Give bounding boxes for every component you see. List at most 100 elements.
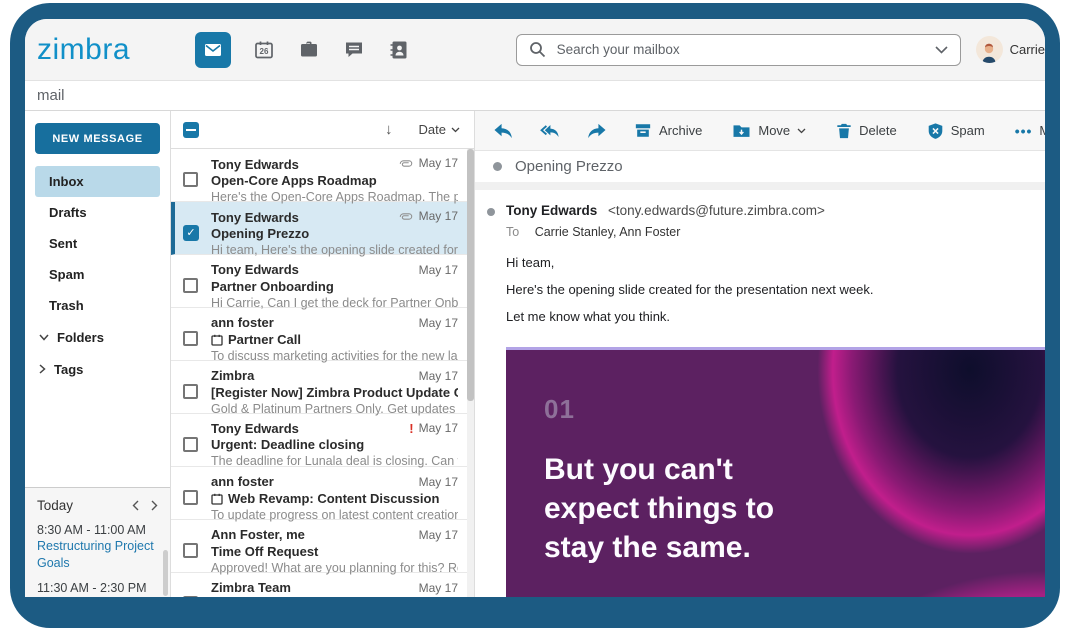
divider-strip	[475, 182, 1045, 190]
delete-button[interactable]: Delete	[836, 122, 897, 140]
row-checkbox[interactable]	[183, 596, 198, 597]
calendar-icon: 26	[253, 39, 275, 61]
contacts-app-button[interactable]	[387, 38, 411, 62]
forward-button[interactable]	[587, 121, 607, 141]
message-snippet: Hi Carrie, Can I get the deck for Partne…	[211, 295, 458, 312]
row-checkbox[interactable]	[183, 172, 198, 187]
reply-all-button[interactable]	[540, 121, 560, 141]
calendar-app-button[interactable]: 26	[252, 38, 276, 62]
more-button[interactable]: ••• More	[1015, 123, 1045, 139]
move-button[interactable]: Move	[732, 123, 806, 139]
message-row[interactable]: ann foster May 17 Web Revamp: Content Di…	[171, 467, 474, 520]
recipients: Carrie Stanley, Ann Foster	[535, 225, 681, 239]
sidebar-group-label: Tags	[54, 362, 83, 377]
message-sender: Tony Edwards	[211, 210, 299, 225]
search-icon	[529, 41, 546, 58]
search-box[interactable]	[516, 34, 961, 66]
sort-by-dropdown[interactable]: Date	[419, 122, 460, 137]
top-bar: zimbra 26	[25, 19, 1045, 81]
message-row[interactable]: Tony Edwards ! May 17 Urgent: Deadline c…	[171, 414, 474, 467]
reply-icon	[493, 122, 513, 140]
row-checkbox[interactable]	[183, 331, 198, 346]
reply-all-icon	[540, 122, 560, 140]
sort-by-label: Date	[419, 122, 446, 137]
search-dropdown-chevron-icon[interactable]	[935, 46, 948, 54]
message-subject: Open-Core Apps Roadmap	[211, 172, 377, 189]
chevron-right-icon	[39, 364, 46, 374]
zimbra-window: zimbra 26	[25, 19, 1045, 597]
sidebar-item-sent[interactable]: Sent	[35, 228, 160, 259]
message-row[interactable]: Zimbra May 17 [Register Now] Zimbra Prod…	[171, 361, 474, 414]
presentation-slide-image[interactable]: 01 But you can't expect things to stay t…	[506, 347, 1045, 597]
to-label: To	[506, 225, 519, 239]
message-list-header: ↓ Date	[171, 111, 474, 149]
conversation-subject: Opening Prezzo	[515, 158, 623, 175]
message-subject: Time Off Request	[211, 543, 318, 560]
message-list-scrollbar-thumb[interactable]	[467, 149, 474, 401]
message-row[interactable]: Ann Foster, me May 17 Time Off Request A…	[171, 520, 474, 573]
contacts-icon	[388, 39, 410, 61]
zimbra-logo: zimbra	[37, 33, 195, 67]
sidebar-item-trash[interactable]: Trash	[35, 290, 160, 321]
sidebar-group-label: Folders	[57, 330, 104, 345]
mail-app-button[interactable]	[195, 32, 231, 68]
message-list: ↓ Date Tony Edwards	[171, 111, 475, 597]
more-label: More	[1039, 123, 1045, 138]
spam-label: Spam	[951, 123, 985, 138]
reply-button[interactable]	[493, 121, 513, 141]
body-paragraph: Let me know what you think.	[506, 309, 1027, 324]
calendar-invite-icon	[211, 334, 223, 346]
slide-headline: But you can't expect things to stay the …	[544, 450, 774, 567]
row-checkbox[interactable]	[183, 384, 198, 399]
row-checkbox[interactable]	[183, 278, 198, 293]
reading-toolbar: Archive Move Delete Spam	[475, 111, 1045, 151]
row-checkbox[interactable]	[183, 543, 198, 558]
message-sender: Tony Edwards	[211, 421, 299, 436]
row-checkbox-checked[interactable]: ✓	[183, 225, 199, 241]
sidebar-group-folders[interactable]: Folders	[35, 321, 160, 353]
search-input[interactable]	[557, 42, 924, 57]
briefcase-app-button[interactable]	[297, 38, 321, 62]
sidebar-group-tags[interactable]: Tags	[35, 353, 160, 385]
forward-icon	[587, 122, 607, 140]
message-row[interactable]: Tony Edwards May 17 Partner Onboarding H…	[171, 255, 474, 308]
briefcase-icon	[298, 39, 320, 61]
agenda-scrollbar[interactable]	[163, 550, 168, 596]
attachment-icon	[398, 158, 414, 169]
chat-app-button[interactable]	[342, 38, 366, 62]
agenda-event-title[interactable]: Update: EMEA	[37, 596, 158, 597]
sidebar-item-inbox[interactable]: Inbox	[35, 166, 160, 197]
sidebar-item-spam[interactable]: Spam	[35, 259, 160, 290]
message-row[interactable]: ann foster May 17 Partner Call To discus…	[171, 308, 474, 361]
message-date: May 17	[419, 421, 458, 436]
conversation-subject-row: Opening Prezzo	[475, 151, 1045, 182]
sidebar-item-drafts[interactable]: Drafts	[35, 197, 160, 228]
message-sender: Zimbra Team	[211, 580, 291, 595]
message-header[interactable]: Tony Edwards <tony.edwards@future.zimbra…	[475, 190, 1045, 239]
agenda-next-icon[interactable]	[151, 500, 158, 511]
spam-button[interactable]: Spam	[927, 122, 985, 140]
mail-icon	[202, 39, 224, 61]
svg-text:26: 26	[260, 47, 269, 56]
message-row[interactable]: Tony Edwards May 17 Open-Core Apps Roadm…	[171, 149, 474, 202]
trash-icon	[836, 122, 852, 140]
sort-direction-icon[interactable]: ↓	[385, 121, 393, 138]
message-row-selected[interactable]: ✓ Tony Edwards May 17 Opening Prezzo Hi …	[171, 202, 474, 255]
message-sender: Ann Foster, me	[211, 527, 305, 542]
message-snippet: Hi team, Here's the opening slide create…	[211, 242, 458, 259]
archive-label: Archive	[659, 123, 702, 138]
message-date: May 17	[419, 316, 458, 331]
agenda-event-title[interactable]: Restructuring Project Goals	[37, 538, 158, 571]
row-checkbox[interactable]	[183, 490, 198, 505]
agenda-prev-icon[interactable]	[132, 500, 139, 511]
archive-button[interactable]: Archive	[634, 122, 702, 139]
account-menu[interactable]: Carrie	[976, 36, 1045, 63]
select-all-checkbox[interactable]	[183, 122, 199, 138]
screenshot-canvas: zimbra 26	[0, 0, 1069, 631]
agenda-event[interactable]: 8:30 AM - 11:00 AM Restructuring Project…	[37, 522, 158, 571]
new-message-button[interactable]: NEW MESSAGE	[35, 123, 160, 154]
agenda-event-time: 8:30 AM - 11:00 AM	[37, 522, 158, 538]
agenda-event[interactable]: 11:30 AM - 2:30 PM Update: EMEA	[37, 580, 158, 597]
message-subject: Urgent: Deadline closing	[211, 436, 364, 453]
row-checkbox[interactable]	[183, 437, 198, 452]
